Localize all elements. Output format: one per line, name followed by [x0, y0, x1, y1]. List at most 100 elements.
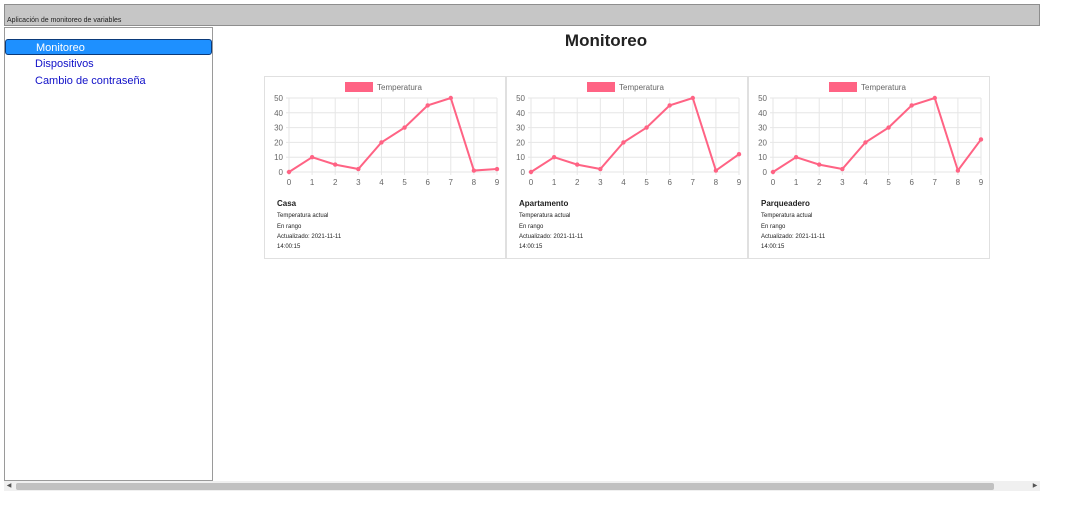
y-tick-label: 30 — [758, 124, 767, 133]
series-line — [530, 96, 740, 173]
data-point — [448, 95, 453, 101]
y-tick-label: 30 — [274, 124, 283, 133]
legend-swatch — [829, 82, 857, 92]
x-tick-label: 4 — [863, 178, 868, 187]
y-tick-label: 0 — [279, 168, 284, 177]
device-card-apartamento: 0 10 20 30 40 50 0 1 2 3 4 5 6 7 8 9 Temperatura Apartam… — [506, 76, 748, 259]
x-tick-label: 8 — [714, 178, 719, 187]
data-point — [551, 155, 557, 160]
x-tick-label: 9 — [737, 178, 742, 187]
x-tick-label: 7 — [691, 178, 696, 187]
data-point — [575, 162, 580, 167]
x-tick-label: 8 — [472, 178, 477, 187]
card-updated: Actualizado: 2021-11-11 — [277, 234, 342, 240]
data-point — [690, 95, 695, 101]
card-title: Apartamento — [519, 199, 569, 208]
data-point — [286, 169, 292, 175]
data-point — [333, 162, 338, 167]
data-point — [793, 155, 799, 160]
x-tick-label: 3 — [598, 178, 603, 187]
sidebar-item-dispositivos[interactable]: Dispositivos — [5, 56, 212, 72]
x-tick-label: 7 — [933, 178, 938, 187]
data-point — [598, 166, 603, 172]
data-point — [713, 168, 719, 173]
x-tick-label: 4 — [379, 178, 384, 187]
card-updated-time: 14:00:15 — [761, 244, 785, 250]
main-content: Monitoreo 0 10 20 30 40 50 0 1 2 3 4 5 6 7 8 9 Temperatu… — [214, 27, 1040, 481]
x-tick-label: 3 — [356, 178, 361, 187]
chevron-right-icon[interactable]: ▶ — [1030, 481, 1040, 491]
y-tick-label: 50 — [274, 94, 283, 103]
device-card-casa: 0 10 20 30 40 50 0 1 2 3 4 5 6 7 8 9 Temperatura Casa Te… — [264, 76, 506, 259]
horizontal-scrollbar[interactable]: ◀ ▶ — [4, 481, 1040, 491]
data-point — [667, 103, 672, 108]
y-tick-label: 40 — [516, 109, 525, 118]
x-tick-label: 6 — [909, 178, 914, 187]
x-tick-label: 1 — [310, 178, 315, 187]
x-tick-label: 5 — [644, 178, 649, 187]
temperature-chart: 0 10 20 30 40 50 0 1 2 3 4 5 6 7 8 9 Temperatura — [516, 82, 742, 187]
data-point — [978, 137, 984, 142]
card-updated: Actualizado: 2021-11-11 — [519, 234, 584, 240]
legend-swatch — [587, 82, 615, 92]
x-tick-label: 2 — [575, 178, 580, 187]
card-status-label: Temperatura actual — [519, 213, 571, 219]
y-tick-label: 40 — [758, 109, 767, 118]
data-point — [736, 152, 742, 157]
x-tick-label: 0 — [287, 178, 292, 187]
card-status: En rango — [761, 224, 786, 230]
legend-label: Temperatura — [619, 83, 664, 92]
data-point — [309, 155, 315, 160]
window-title: Aplicación de monitoreo de variables — [7, 17, 122, 24]
y-tick-label: 10 — [274, 153, 283, 162]
x-tick-label: 6 — [667, 178, 672, 187]
x-tick-label: 5 — [886, 178, 891, 187]
scrollbar-thumb[interactable] — [16, 483, 994, 490]
device-card-parqueadero: 0 10 20 30 40 50 0 1 2 3 4 5 6 7 8 9 Temperatura Parquea… — [748, 76, 990, 259]
data-point — [528, 169, 534, 175]
card-updated-time: 14:00:15 — [519, 244, 543, 250]
legend-label: Temperatura — [861, 83, 906, 92]
data-point — [863, 140, 868, 145]
temperature-chart: 0 10 20 30 40 50 0 1 2 3 4 5 6 7 8 9 Temperatura — [274, 82, 500, 187]
x-tick-label: 2 — [333, 178, 338, 187]
legend-swatch — [345, 82, 373, 92]
window-title-bar: Aplicación de monitoreo de variables — [4, 4, 1040, 26]
x-tick-label: 5 — [402, 178, 407, 187]
y-tick-label: 20 — [274, 138, 283, 147]
card-title: Parqueadero — [761, 199, 810, 208]
sidebar: Monitoreo Dispositivos Cambio de contras… — [4, 27, 213, 481]
y-tick-label: 0 — [521, 168, 526, 177]
data-point — [402, 125, 407, 130]
x-tick-label: 0 — [529, 178, 534, 187]
y-tick-label: 50 — [758, 94, 767, 103]
y-tick-label: 10 — [758, 153, 767, 162]
card-title: Casa — [277, 199, 297, 208]
x-tick-label: 9 — [495, 178, 500, 187]
y-tick-label: 50 — [516, 94, 525, 103]
data-point — [817, 162, 822, 167]
sidebar-item-cambio-contrasena[interactable]: Cambio de contraseña — [5, 73, 212, 89]
x-tick-label: 2 — [817, 178, 822, 187]
data-point — [621, 140, 626, 145]
data-point — [840, 166, 845, 172]
x-tick-label: 1 — [794, 178, 799, 187]
card-status-label: Temperatura actual — [277, 213, 329, 219]
temperature-chart: 0 10 20 30 40 50 0 1 2 3 4 5 6 7 8 9 Temperatura — [758, 82, 984, 187]
card-status-label: Temperatura actual — [761, 213, 813, 219]
data-point — [425, 103, 430, 108]
x-tick-label: 3 — [840, 178, 845, 187]
data-point — [955, 168, 961, 173]
data-point — [886, 125, 891, 130]
x-tick-label: 1 — [552, 178, 557, 187]
y-tick-label: 0 — [763, 168, 768, 177]
y-tick-label: 20 — [758, 138, 767, 147]
x-tick-label: 4 — [621, 178, 626, 187]
data-point — [471, 168, 477, 173]
card-updated: Actualizado: 2021-11-11 — [761, 234, 826, 240]
data-point — [932, 95, 937, 101]
chevron-left-icon[interactable]: ◀ — [4, 481, 14, 491]
sidebar-item-monitoreo[interactable]: Monitoreo — [5, 39, 212, 55]
data-point — [356, 166, 361, 172]
legend-label: Temperatura — [377, 83, 422, 92]
